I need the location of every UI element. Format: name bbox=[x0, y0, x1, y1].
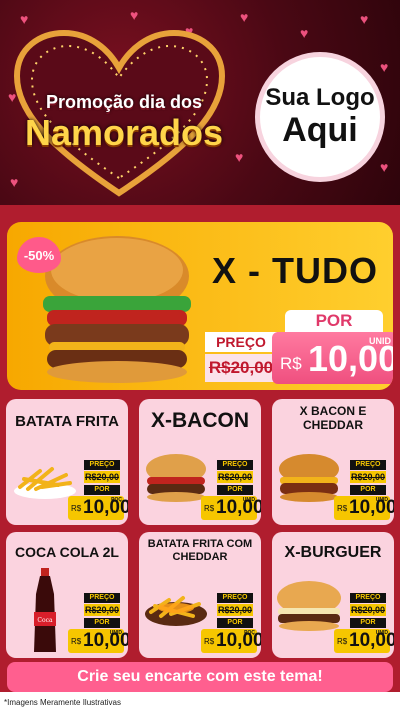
unit: UNID bbox=[375, 630, 388, 636]
product-name: X-BURGUER bbox=[284, 544, 382, 561]
new-price: R$ 10,00 POÇ bbox=[201, 629, 261, 653]
featured-unit: UNID bbox=[369, 336, 391, 346]
old-price: R$20,00 bbox=[350, 471, 386, 483]
por-label: POR bbox=[217, 618, 253, 628]
soda-bottle-image: Coca bbox=[34, 568, 56, 652]
burger-image bbox=[146, 454, 206, 502]
old-price: R$20,00 bbox=[84, 471, 120, 483]
por-label: POR bbox=[217, 485, 253, 495]
logo-placeholder[interactable]: Sua Logo Aqui bbox=[255, 52, 385, 182]
heart-icon: ♥ bbox=[380, 159, 389, 175]
product-card-batata-frita[interactable]: BATATA FRITA PREÇO R$20,00 POR R$ 10,00 … bbox=[6, 399, 128, 525]
heart-icon: ♥ bbox=[240, 9, 249, 25]
featured-preco-label: PREÇO bbox=[205, 332, 277, 352]
cheddar-fries-image bbox=[145, 596, 207, 626]
unit: UNID bbox=[242, 497, 255, 503]
product-card-x-bacon[interactable]: X-BACON PREÇO R$20,00 POR R$ 10,00 UNID bbox=[139, 399, 261, 525]
unit: UNID bbox=[109, 630, 122, 636]
cta-button[interactable]: Crie seu encarte com este tema! bbox=[7, 662, 393, 692]
footnote: *Imagens Meramente Ilustrativas bbox=[0, 692, 400, 711]
discount-badge: -50% bbox=[17, 237, 61, 273]
old-price: R$20,00 bbox=[217, 604, 253, 616]
heart-icon: ♥ bbox=[235, 149, 244, 165]
preco-label: PREÇO bbox=[350, 593, 386, 603]
unit: POÇ bbox=[244, 630, 255, 636]
preco-label: PREÇO bbox=[84, 593, 120, 603]
heart-icon: ♥ bbox=[360, 11, 369, 27]
currency: R$ bbox=[71, 637, 82, 646]
heart-icon: ♥ bbox=[20, 11, 29, 27]
preco-label: PREÇO bbox=[84, 460, 120, 470]
preco-label: PREÇO bbox=[217, 460, 253, 470]
currency: R$ bbox=[204, 504, 215, 513]
currency: R$ bbox=[71, 504, 82, 513]
old-price: R$20,00 bbox=[350, 604, 386, 616]
old-price: R$20,00 bbox=[84, 604, 120, 616]
featured-currency: R$ bbox=[280, 354, 302, 373]
old-price: R$20,00 bbox=[217, 471, 253, 483]
unit: POÇ bbox=[111, 497, 122, 503]
product-card-coca-cola[interactable]: COCA COLA 2L Coca PREÇO R$20,00 POR R$ 1… bbox=[6, 532, 128, 658]
heart-icon: ♥ bbox=[130, 7, 139, 23]
por-label: POR bbox=[350, 618, 386, 628]
featured-title: X - TUDO bbox=[212, 250, 378, 291]
hero-banner: ♥ ♥ ♥ ♥ ♥ ♥ ♥ ♥ ♥ ♥ ♥ ♥ Promoção dia dos… bbox=[0, 0, 400, 205]
burger-image bbox=[277, 581, 341, 631]
new-price: R$ 10,00 UNID bbox=[68, 629, 128, 653]
promo-subtitle: Promoção dia dos bbox=[45, 92, 203, 112]
product-name: X-BACON bbox=[151, 409, 249, 432]
heart-icon: ♥ bbox=[300, 25, 309, 41]
product-card-batata-cheddar[interactable]: BATATA FRITA COM CHEDDAR PREÇO R$20,00 P… bbox=[139, 532, 261, 658]
fries-image bbox=[14, 467, 76, 499]
burger-image bbox=[279, 454, 339, 502]
logo-text-line1: Sua Logo bbox=[265, 84, 375, 112]
new-price: R$ 10,00 UNID bbox=[334, 496, 394, 520]
logo-text-line2: Aqui bbox=[282, 111, 358, 150]
product-name: X BACON E CHEDDAR bbox=[299, 404, 367, 432]
product-name: BATATA FRITA COM CHEDDAR bbox=[147, 538, 253, 563]
featured-old-price: R$20,00 bbox=[205, 354, 277, 382]
preco-label: PREÇO bbox=[350, 460, 386, 470]
svg-text:Coca: Coca bbox=[37, 617, 53, 624]
currency: R$ bbox=[337, 504, 348, 513]
promo-title: Namorados bbox=[24, 112, 224, 153]
por-label: POR bbox=[84, 618, 120, 628]
preco-label: PREÇO bbox=[217, 593, 253, 603]
product-card-x-burguer[interactable]: X-BURGUER PREÇO R$20,00 POR R$ 10,00 UNI… bbox=[272, 532, 394, 658]
unit: UNID bbox=[375, 497, 388, 503]
currency: R$ bbox=[204, 637, 215, 646]
new-price: R$ 10,00 POÇ bbox=[68, 496, 128, 520]
product-name: COCA COLA 2L bbox=[15, 544, 119, 560]
currency: R$ bbox=[337, 637, 348, 646]
por-label: POR bbox=[350, 485, 386, 495]
featured-por-label: POR bbox=[285, 310, 383, 332]
product-card-x-bacon-cheddar[interactable]: X BACON E CHEDDAR PREÇO R$20,00 POR R$ 1… bbox=[272, 399, 394, 525]
heart-icon: ♥ bbox=[380, 59, 389, 75]
featured-new-price: R$ 10,00 UNID bbox=[272, 332, 393, 384]
por-label: POR bbox=[84, 485, 120, 495]
new-price: R$ 10,00 UNID bbox=[334, 629, 394, 653]
featured-offer[interactable]: -50% X - TUDO PREÇO R$20,00 POR R$ 10,00… bbox=[7, 222, 393, 390]
new-price: R$ 10,00 UNID bbox=[201, 496, 261, 520]
product-name: BATATA FRITA bbox=[15, 413, 119, 430]
